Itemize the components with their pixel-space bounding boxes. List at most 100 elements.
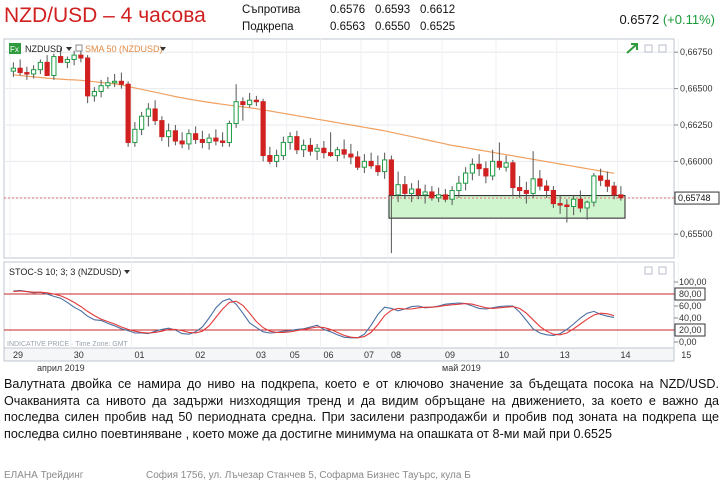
bullish-candle: [395, 184, 401, 196]
page-title: NZD/USD – 4 часова: [4, 4, 206, 27]
time-zone-watermark: INDICATIVE PRICE · Time Zone: GMT: [7, 341, 129, 348]
resistance-level-1: 0.6576: [330, 4, 366, 16]
bearish-candle: [253, 99, 259, 103]
bullish-candle: [98, 85, 104, 92]
chart-area: 0,667500,665000,662500,660000,657500,655…: [0, 38, 723, 375]
bullish-candle: [490, 160, 496, 177]
day-label: 06: [324, 350, 334, 360]
day-label: 13: [560, 350, 570, 360]
support-label: Подкрепа: [242, 21, 294, 33]
day-label: 05: [290, 350, 300, 360]
bullish-candle: [463, 172, 469, 184]
bullish-candle: [409, 188, 415, 194]
bullish-candle: [334, 149, 340, 157]
resistance-label: Съпротива: [242, 4, 301, 16]
bearish-candle: [199, 139, 205, 143]
bearish-candle: [402, 184, 408, 194]
price-change: (+0.11%): [662, 12, 715, 27]
bullish-candle: [166, 130, 172, 138]
resistance-level-3: 0.6612: [420, 4, 456, 16]
footer-address: София 1756, ул. Лъчезар Станчев 5, Софар…: [146, 470, 471, 481]
stoch-tick-label: 100,00: [679, 277, 707, 287]
stoch-tick-label: 40,00: [679, 313, 702, 323]
footer-company: ЕЛАНА Трейдинг: [4, 470, 84, 481]
bullish-candle: [301, 144, 307, 151]
bullish-candle: [186, 133, 192, 145]
bearish-candle: [152, 108, 158, 122]
bullish-candle: [361, 160, 367, 168]
bullish-candle: [449, 189, 455, 200]
bearish-candle: [260, 101, 266, 157]
bearish-candle: [24, 72, 30, 75]
bullish-candle: [233, 101, 239, 125]
bullish-candle: [247, 99, 253, 106]
bearish-candle: [355, 156, 361, 168]
bearish-candle: [483, 168, 489, 177]
bearish-candle: [544, 185, 550, 191]
bullish-candle: [436, 194, 442, 199]
bullish-candle: [64, 58, 70, 63]
bearish-candle: [550, 189, 556, 205]
support-level-2: 0.6550: [375, 21, 411, 33]
bearish-candle: [193, 133, 199, 141]
bearish-candle: [604, 179, 610, 187]
stoch-tick-label: 0,00: [679, 337, 697, 347]
bearish-candle: [118, 80, 124, 85]
bearish-candle: [618, 194, 624, 199]
resistance-level-2: 0.6593: [375, 4, 411, 16]
analysis-text: Валутната двойка се намира до ниво на по…: [4, 377, 719, 441]
stoch-tick-label: 80,00: [679, 289, 702, 299]
bearish-candle: [125, 83, 131, 143]
bearish-candle: [294, 136, 300, 151]
symbol-label: NZDUSD: [25, 44, 63, 54]
bullish-candle: [145, 108, 151, 117]
bullish-candle: [456, 182, 462, 191]
bullish-candle: [51, 56, 57, 76]
support-level-1: 0.6563: [330, 21, 366, 33]
bullish-candle: [571, 198, 577, 208]
support-level-3: 0.6525: [420, 21, 456, 33]
bullish-candle: [469, 163, 475, 174]
bullish-candle: [37, 61, 43, 71]
bullish-candle: [382, 159, 388, 173]
bearish-candle: [78, 54, 84, 59]
bearish-candle: [598, 175, 604, 181]
bearish-candle: [179, 140, 185, 145]
day-label: 30: [74, 350, 84, 360]
price-tick-label: 0,66750: [680, 47, 713, 57]
stoch-tick-label: 60,00: [679, 301, 702, 311]
price-tick-label: 0,66250: [680, 120, 713, 130]
day-label: 15: [681, 350, 691, 360]
main-panel-frame: [3, 38, 675, 259]
bearish-candle: [517, 187, 523, 191]
bearish-candle: [415, 188, 421, 196]
price-tick-label: 0,66500: [680, 84, 713, 94]
price-tick-label: 0,65500: [680, 229, 713, 239]
bearish-candle: [85, 57, 91, 97]
bullish-candle: [280, 141, 286, 157]
bullish-candle: [71, 54, 77, 60]
bearish-candle: [17, 67, 23, 74]
day-label: 03: [256, 350, 266, 360]
bearish-candle: [267, 155, 273, 162]
last-price: 0.6572: [619, 12, 660, 27]
bearish-candle: [523, 189, 529, 194]
bearish-candle: [611, 185, 617, 196]
bullish-candle: [274, 155, 280, 162]
bearish-candle: [307, 144, 313, 152]
bearish-candle: [537, 178, 543, 187]
bullish-candle: [112, 80, 118, 84]
stoch-label: STOC-S 10; 3; 3 (NZDUSD): [9, 267, 121, 277]
price-tick-label: 0,66000: [680, 156, 713, 166]
bearish-candle: [510, 162, 516, 189]
bearish-candle: [429, 191, 435, 199]
bearish-candle: [496, 160, 502, 168]
bullish-candle: [591, 175, 597, 203]
bullish-candle: [287, 136, 293, 143]
bearish-candle: [557, 203, 563, 206]
bearish-candle: [172, 130, 178, 142]
bearish-candle: [388, 159, 394, 196]
bearish-candle: [368, 160, 374, 167]
day-label: 09: [445, 350, 455, 360]
fx-badge-text: Fx: [10, 45, 19, 54]
